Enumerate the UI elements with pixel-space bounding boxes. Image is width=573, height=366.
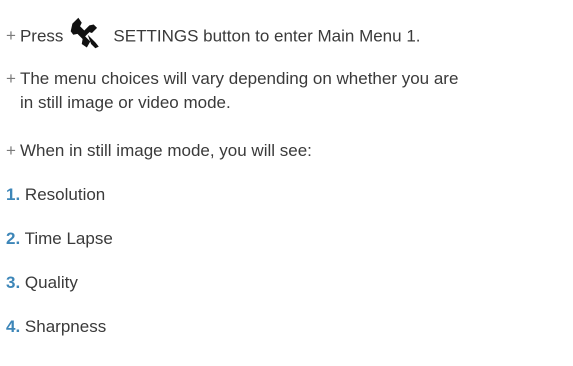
list-item: 2. Time Lapse	[6, 228, 113, 250]
list-item-number: 2.	[6, 229, 21, 248]
instruction-menu-choices-line2: in still image or video mode.	[6, 92, 231, 114]
list-item-number: 3.	[6, 273, 21, 292]
list-item-label: Quality	[24, 273, 78, 292]
instruction-settings-text: SETTINGS button to enter Main Menu 1.	[113, 26, 421, 46]
list-item-number: 1.	[6, 185, 21, 204]
instruction-press-settings: + Press SETTINGS button to enter Main Men…	[6, 17, 421, 50]
list-item-label: Time Lapse	[24, 229, 113, 248]
list-item: 4. Sharpness	[6, 316, 106, 338]
list-item-label: Resolution	[24, 185, 106, 204]
instruction-menu-choices-line1: + The menu choices will vary depending on…	[6, 68, 458, 90]
list-item-label: Sharpness	[24, 317, 107, 336]
instruction-still-image-text: When in still image mode, you will see:	[19, 141, 312, 160]
list-item: 3. Quality	[6, 272, 78, 294]
instruction-menu-choices-text: The menu choices will vary depending on …	[19, 69, 459, 88]
instruction-menu-choices-text-cont: in still image or video mode.	[20, 93, 231, 112]
list-item: 1. Resolution	[6, 184, 105, 206]
instruction-press-text: Press	[19, 26, 64, 46]
bullet-plus: +	[6, 141, 16, 160]
bullet-plus: +	[6, 69, 16, 88]
instruction-still-image-mode: + When in still image mode, you will see:	[6, 140, 312, 162]
bullet-plus: +	[6, 26, 16, 46]
list-item-number: 4.	[6, 317, 21, 336]
wrench-icon	[71, 17, 100, 49]
